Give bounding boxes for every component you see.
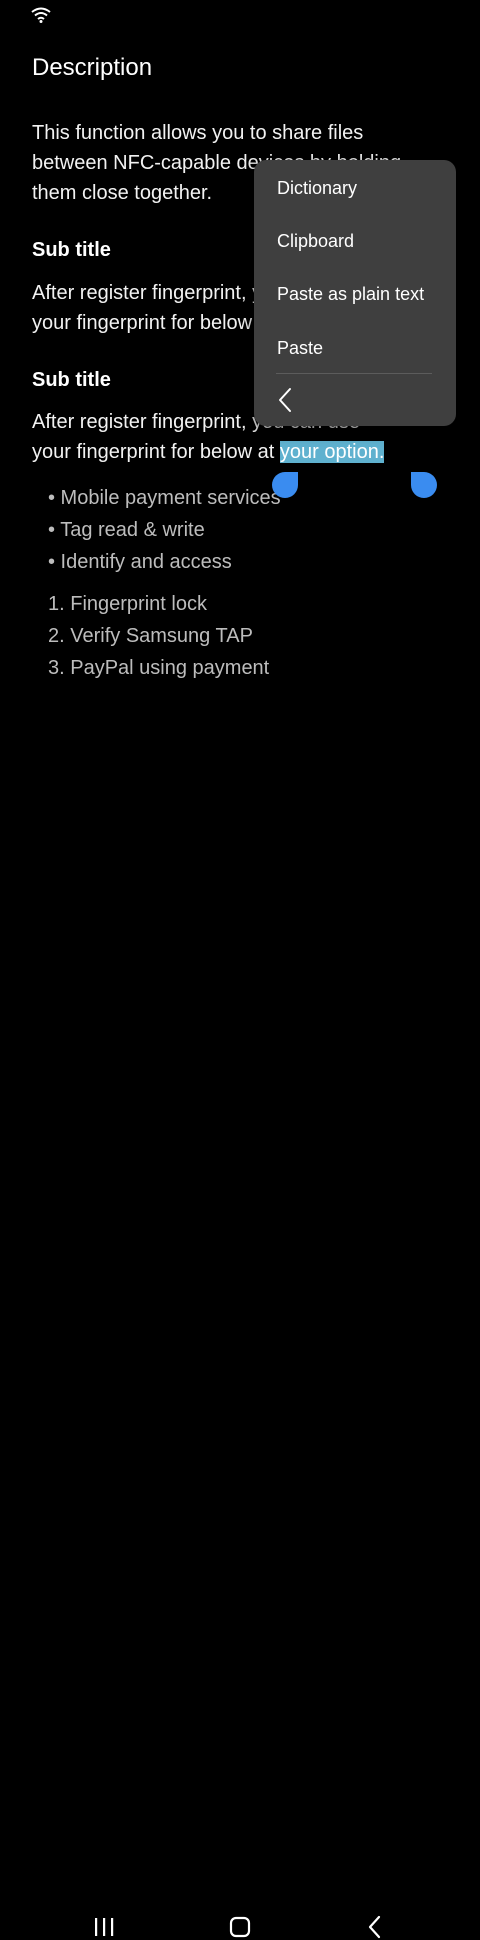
list-item: • Mobile payment services — [48, 487, 281, 509]
bullet-list: • Mobile payment services • Tag read & w… — [48, 482, 281, 578]
chevron-left-icon[interactable] — [274, 386, 298, 414]
menu-item-dictionary[interactable]: Dictionary — [277, 178, 357, 199]
numbered-list: 1. Fingerprint lock 2. Verify Samsung TA… — [48, 588, 269, 684]
list-item: • Tag read & write — [48, 519, 205, 541]
navigation-bar — [0, 946, 480, 1939]
list-item: 1. Fingerprint lock — [48, 593, 207, 615]
menu-item-clipboard[interactable]: Clipboard — [277, 231, 354, 252]
page-title: Description — [32, 54, 153, 81]
back-icon[interactable] — [366, 1914, 384, 1940]
text-selection-context-menu: Dictionary Clipboard Paste as plain text… — [254, 160, 456, 426]
selected-text[interactable]: your option. — [279, 441, 385, 463]
recents-icon[interactable] — [92, 1916, 116, 1938]
menu-divider — [276, 373, 432, 374]
menu-item-paste-as-plain-text[interactable]: Paste as plain text — [277, 284, 424, 305]
paragraph-line: your fingerprint for below at your optio… — [32, 437, 385, 467]
list-item: 2. Verify Samsung TAP — [48, 625, 253, 647]
list-item: 3. PayPal using payment — [48, 657, 270, 679]
selection-handle-start[interactable] — [272, 472, 298, 498]
sub-title: Sub title — [32, 239, 111, 261]
sub-title: Sub title — [32, 369, 111, 391]
paragraph-line: This function allows you to share files — [32, 122, 364, 144]
selection-handle-end[interactable] — [411, 472, 437, 498]
home-icon[interactable] — [229, 1916, 251, 1938]
unselected-text: your fingerprint for below at — [32, 441, 280, 463]
wifi-icon — [31, 7, 51, 23]
menu-item-paste[interactable]: Paste — [277, 338, 323, 359]
list-item: • Identify and access — [48, 551, 232, 573]
status-bar — [0, 0, 480, 32]
